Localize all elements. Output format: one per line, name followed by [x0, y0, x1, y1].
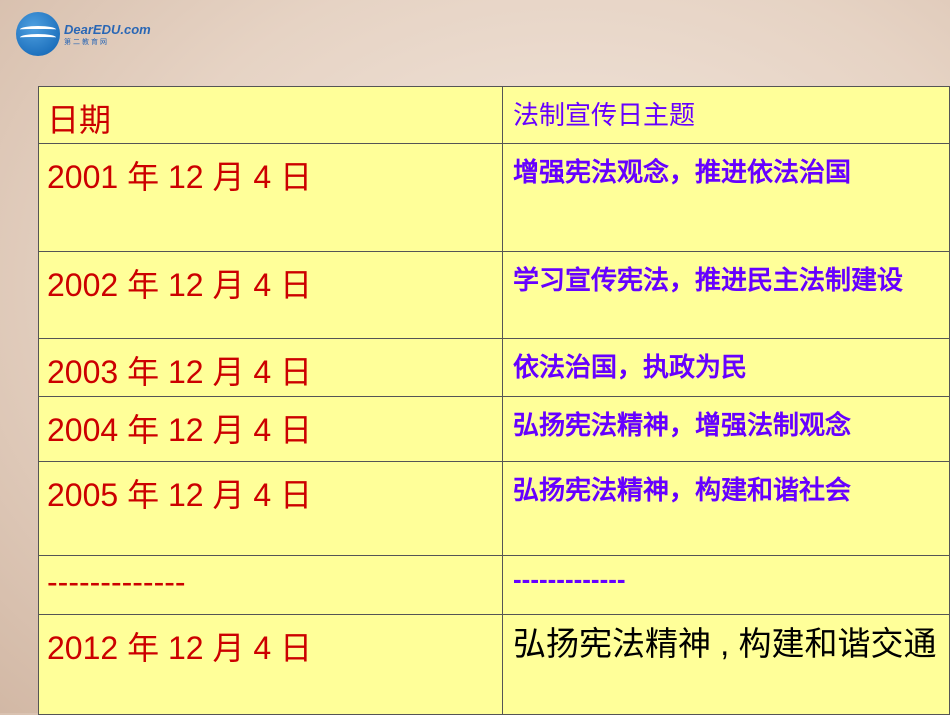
theme-cell: 弘扬宪法精神 , 构建和谐交通	[502, 614, 950, 715]
header-date: 日期	[38, 86, 503, 144]
date-cell: 2005 年 12 月 4 日	[38, 461, 503, 556]
theme-cell: 依法治国，执政为民	[502, 338, 950, 397]
date-cell: 2003 年 12 月 4 日	[38, 338, 503, 397]
table-row: 2012 年 12 月 4 日 弘扬宪法精神 , 构建和谐交通	[38, 614, 950, 715]
logo: DearEDU.com 第二教育网	[16, 12, 151, 56]
date-cell: -------------	[38, 555, 503, 615]
table-row: ------------- -------------	[38, 555, 950, 615]
theme-cell: 弘扬宪法精神，增强法制观念	[502, 396, 950, 462]
date-cell: 2002 年 12 月 4 日	[38, 251, 503, 339]
logo-subtitle: 第二教育网	[64, 38, 109, 46]
table-row: 2003 年 12 月 4 日 依法治国，执政为民	[38, 338, 950, 397]
theme-cell: 学习宣传宪法，推进民主法制建设	[502, 251, 950, 339]
logo-name: DearEDU.com	[64, 21, 151, 37]
theme-cell: 增强宪法观念，推进依法治国	[502, 143, 950, 252]
theme-cell: -------------	[502, 555, 950, 615]
table-row: 2001 年 12 月 4 日 增强宪法观念，推进依法治国	[38, 143, 950, 252]
table-row: 2005 年 12 月 4 日 弘扬宪法精神，构建和谐社会	[38, 461, 950, 556]
date-cell: 2004 年 12 月 4 日	[38, 396, 503, 462]
law-day-table: 日期 法制宣传日主题 2001 年 12 月 4 日 增强宪法观念，推进依法治国…	[38, 86, 950, 715]
table-row: 2004 年 12 月 4 日 弘扬宪法精神，增强法制观念	[38, 396, 950, 462]
globe-icon	[16, 12, 60, 56]
date-cell: 2001 年 12 月 4 日	[38, 143, 503, 252]
header-theme: 法制宣传日主题	[502, 86, 950, 144]
theme-cell: 弘扬宪法精神，构建和谐社会	[502, 461, 950, 556]
table-row: 2002 年 12 月 4 日 学习宣传宪法，推进民主法制建设	[38, 251, 950, 339]
table-header-row: 日期 法制宣传日主题	[38, 86, 950, 144]
date-cell: 2012 年 12 月 4 日	[38, 614, 503, 715]
